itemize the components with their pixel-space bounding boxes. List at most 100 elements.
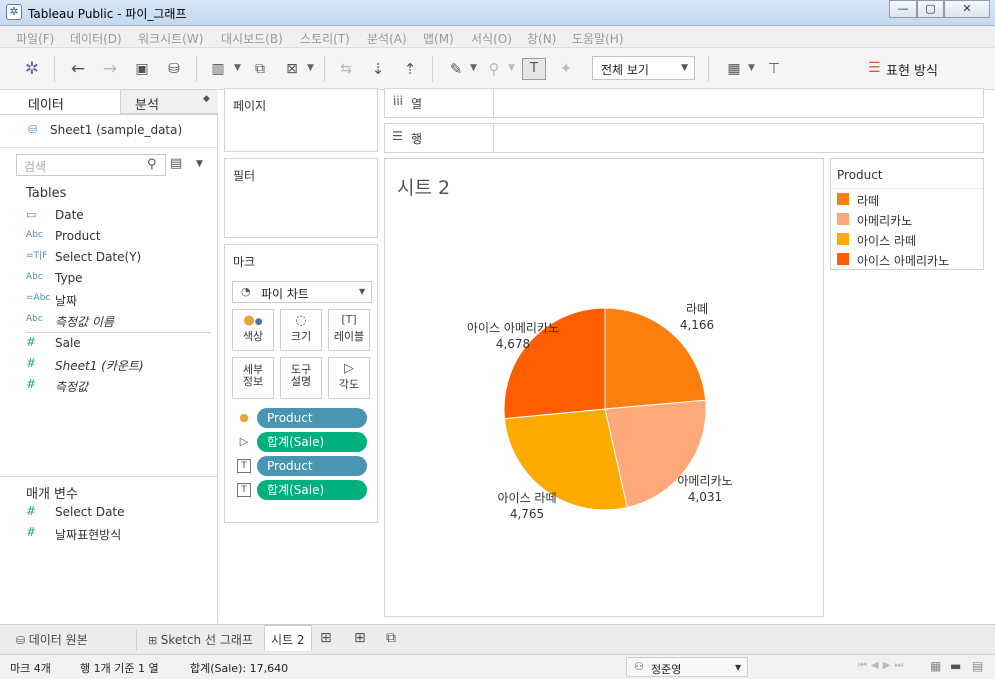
tables-header: Tables (26, 186, 67, 201)
pill-sum-sale-label[interactable]: 합계(Sale) (257, 480, 367, 500)
menu-dashboard[interactable]: 대시보드(B) (221, 30, 283, 47)
legend-item[interactable]: 아메리카노 (835, 209, 983, 229)
columns-shelf[interactable]: iii 열 (384, 88, 984, 118)
user-dropdown[interactable]: ⚇ 정준영 ▼ (626, 657, 748, 677)
color-legend[interactable]: Product 라떼 아메리카노 아이스 라떼 아이스 아메리카노 (830, 158, 984, 270)
mark-detail-button[interactable]: 세부 정보 (232, 357, 274, 399)
group-icon[interactable]: ⚲ (482, 57, 506, 81)
new-story-icon[interactable]: ⧉ (386, 630, 396, 646)
tab-sketch-line-graph[interactable]: ⊞ Sketch 선 그래프 (142, 629, 259, 651)
undo-icon[interactable]: ← (66, 57, 90, 81)
maximize-button[interactable]: ▢ (917, 0, 944, 18)
param-date-format[interactable]: # 날짜표현방식 (0, 524, 217, 544)
clear-sheet-icon[interactable]: ⊠ (280, 57, 304, 81)
menu-file[interactable]: 파일(F) (16, 30, 54, 47)
field-type[interactable]: Abc Type (0, 269, 217, 289)
new-worksheet-icon[interactable]: ▥ (206, 57, 230, 81)
legend-item[interactable]: 아이스 라떼 (835, 229, 983, 249)
slice-category-label: 아이스 아메리카노 (467, 321, 559, 335)
divider (0, 114, 217, 115)
pages-card[interactable]: 페이지 (224, 88, 378, 152)
chevron-down-icon[interactable]: ▼ (470, 63, 477, 73)
menu-analysis[interactable]: 분석(A) (367, 30, 407, 47)
duplicate-sheet-icon[interactable]: ⧉ (248, 57, 272, 81)
angle-icon: ▷ (344, 361, 354, 376)
chevron-down-icon[interactable]: ▼ (307, 63, 314, 73)
legend-item[interactable]: 라떼 (835, 189, 983, 209)
save-icon[interactable]: ▣ (130, 57, 154, 81)
sort-ascending-icon[interactable]: ⇣ (366, 57, 390, 81)
redo-icon[interactable]: → (98, 57, 122, 81)
field-date-kr[interactable]: =Abc 날짜 (0, 290, 217, 310)
new-worksheet-icon[interactable]: ⊞ (320, 630, 332, 646)
minimize-button[interactable]: — (889, 0, 917, 18)
pie-chart[interactable]: 라떼 4,166 아메리카노 4,031 아이스 라떼 4,765 아이스 아메리카노 4,6… (385, 159, 825, 618)
tab-arrows-icon: ◆ (203, 94, 210, 104)
menu-help[interactable]: 도움말(H) (572, 30, 624, 47)
field-sale[interactable]: # Sale (0, 334, 217, 354)
mark-label-button[interactable]: [T] 레이블 (328, 309, 370, 351)
tabs-view-icon[interactable]: ▤ (972, 659, 983, 673)
search-input[interactable]: 검색 ⚲ (16, 154, 166, 176)
pill-product-label[interactable]: Product (257, 456, 367, 476)
tableau-home-icon[interactable]: ✲ (20, 57, 44, 81)
new-datasource-icon[interactable]: ⛁ (162, 57, 186, 81)
field-product[interactable]: Abc Product (0, 227, 217, 247)
chevron-down-icon[interactable]: ▼ (234, 63, 241, 73)
divider (0, 147, 217, 148)
mark-angle-button[interactable]: ▷ 각도 (328, 357, 370, 399)
param-select-date[interactable]: # Select Date (0, 503, 217, 523)
pill-sum-sale-angle[interactable]: 합계(Sale) (257, 432, 367, 452)
chevron-down-icon[interactable]: ▼ (748, 63, 755, 73)
field-select-date-y[interactable]: =T|F Select Date(Y) (0, 248, 217, 268)
filmstrip-view-icon[interactable]: ▬ (950, 659, 961, 673)
fit-dropdown[interactable]: 전체 보기 ▼ (592, 56, 695, 80)
mark-size-button[interactable]: ◌ 크기 (280, 309, 322, 351)
menu-map[interactable]: 맵(M) (423, 30, 454, 47)
datasource-name[interactable]: Sheet1 (sample_data) (50, 123, 182, 137)
field-count[interactable]: # Sheet1 (카운트) (0, 355, 217, 375)
mark-color-button[interactable]: ●● 색상 (232, 309, 274, 351)
columns-icon: iii (393, 94, 404, 108)
close-button[interactable]: ✕ (944, 0, 990, 18)
menu-worksheet[interactable]: 워크시트(W) (138, 30, 203, 47)
sheet-nav-icons[interactable]: ⏮◀▶⏭ (858, 660, 907, 671)
legend-item[interactable]: 아이스 아메리카노 (835, 249, 983, 269)
field-label: Product (55, 229, 101, 243)
filters-card[interactable]: 필터 (224, 158, 378, 238)
worksheet-view[interactable]: 시트 2 라떼 4,166 아메리카노 4,031 아이스 라떼 4,765 아이스 아메리… (384, 158, 824, 617)
chevron-down-icon[interactable]: ▼ (508, 63, 515, 73)
tab-data[interactable]: 데이터 (10, 90, 120, 114)
cards-icon[interactable]: ▦ (722, 57, 746, 81)
presentation-icon[interactable]: ⊤ (762, 57, 786, 81)
field-measure-values[interactable]: # 측정값 (0, 376, 217, 396)
show-me-button[interactable]: 표현 방식 (886, 60, 938, 79)
chevron-down-icon[interactable]: ▼ (196, 159, 203, 169)
highlight-icon[interactable]: ✎ (444, 57, 468, 81)
rows-shelf[interactable]: ☰ 행 (384, 123, 984, 153)
field-date[interactable]: ▭ Date (0, 206, 217, 226)
mark-tooltip-button[interactable]: 도구 설명 (280, 357, 322, 399)
mark-type-value: 파이 차트 (261, 287, 309, 301)
show-labels-icon[interactable]: T (522, 58, 546, 80)
swap-icon[interactable]: ⇆ (334, 57, 358, 81)
tab-sheet-2[interactable]: 시트 2 (264, 625, 312, 651)
pill-product-color[interactable]: Product (257, 408, 367, 428)
pin-icon[interactable]: ✦ (554, 57, 578, 81)
show-me-icon[interactable]: ☰ (868, 60, 881, 76)
menu-story[interactable]: 스토리(T) (300, 30, 350, 47)
menu-data[interactable]: 데이터(D) (70, 30, 122, 47)
worksheet-icon: ⊞ (148, 634, 161, 647)
sort-descending-icon[interactable]: ⇡ (398, 57, 422, 81)
field-measure-names[interactable]: Abc 측정값 이름 (0, 311, 217, 331)
view-options-icon[interactable]: ▤ (170, 156, 182, 171)
measure-hash-icon: # (26, 377, 37, 391)
menu-format[interactable]: 서식(O) (471, 30, 512, 47)
tab-data-source[interactable]: ⛁ 데이터 원본 (10, 629, 94, 651)
grid-view-icon[interactable]: ▦ (930, 659, 941, 673)
divider (493, 89, 494, 117)
new-dashboard-icon[interactable]: ⊞ (354, 630, 366, 646)
tab-analysis[interactable]: 분석 ◆ (120, 90, 218, 114)
mark-type-dropdown[interactable]: ◔ 파이 차트 ▼ (232, 281, 372, 303)
menu-window[interactable]: 창(N) (527, 30, 556, 47)
